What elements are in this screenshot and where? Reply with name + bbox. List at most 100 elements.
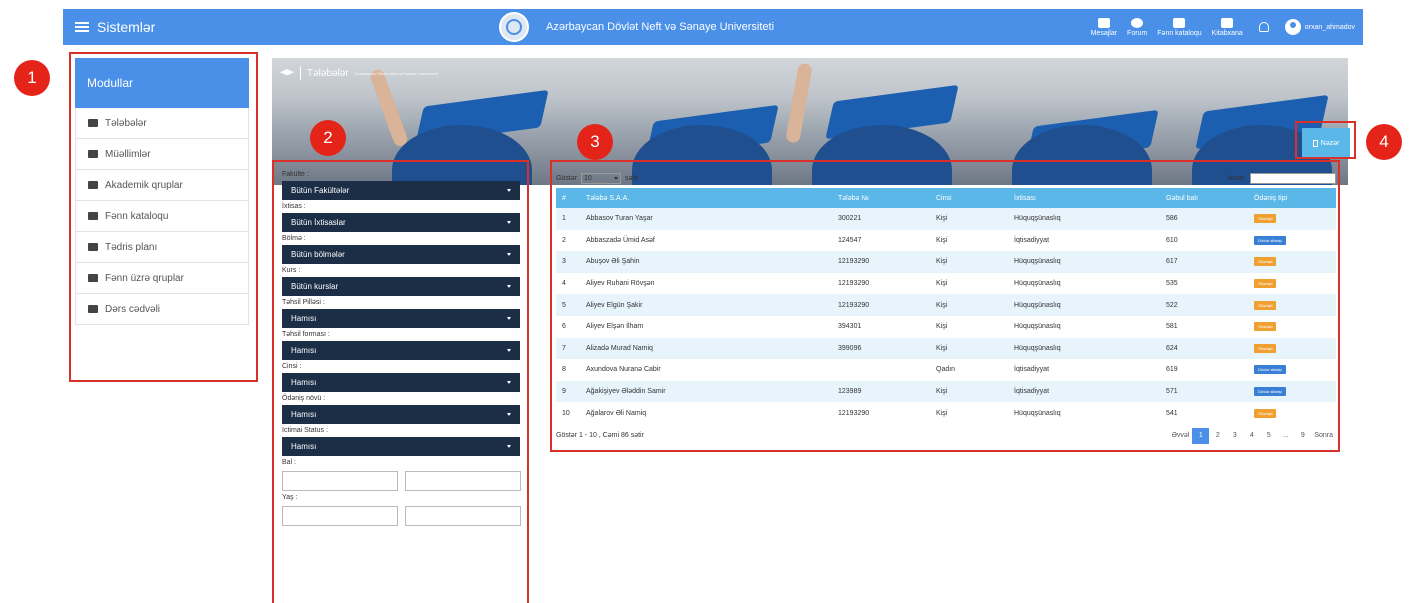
social-status-select[interactable]: Hamısı xyxy=(282,437,520,456)
column-header[interactable]: Cinsi xyxy=(930,188,1008,208)
payment-badge: Ödənişli xyxy=(1254,279,1277,289)
table-row[interactable]: 2 Abbaszadə Ümid Asəf 124547 Kişi İqtisadiyy… xyxy=(556,229,1336,252)
pager-page[interactable]: 4 xyxy=(1243,428,1260,444)
view-button[interactable]: Nəzər xyxy=(1302,128,1350,158)
table-cell: Qadın xyxy=(930,359,1008,381)
table-row[interactable]: 4 Aliyev Ruhani Rövşən 12193290 Kişi Hüquqşü… xyxy=(556,272,1336,295)
group-icon xyxy=(88,181,98,189)
filter-label: İctimai Status : xyxy=(282,427,328,434)
score-max-input[interactable] xyxy=(405,471,521,491)
table-cell: 535 xyxy=(1160,272,1248,295)
pager-page[interactable]: 2 xyxy=(1209,428,1226,444)
major-select[interactable]: Bütün İxtisaslar xyxy=(282,213,520,232)
table-cell: 6 xyxy=(556,315,580,338)
age-max-input[interactable] xyxy=(405,506,521,526)
payment-badge: Ödənişli xyxy=(1254,214,1277,224)
column-header[interactable]: Ödəniş tipi xyxy=(1248,188,1336,208)
top-nav: Mesajlar Forum Fənn kataloqu Kitabxana o… xyxy=(1091,9,1363,45)
table-footer: Göstər 1 - 10 , Cəmi 86 sətir Əvvəl 1 2 3 4 5… xyxy=(556,426,1336,446)
nav-library[interactable]: Kitabxana xyxy=(1212,17,1243,37)
table-row[interactable]: 9 Ağakişiyev Ələddin Samir 123989 Kişi İqtis… xyxy=(556,380,1336,403)
table-row[interactable]: 5 Aliyev Elgün Şakir 12193290 Kişi Hüquqşüna… xyxy=(556,294,1336,316)
table-cell: Ödənişli xyxy=(1248,315,1336,338)
education-level-select[interactable]: Hamısı xyxy=(282,309,520,328)
sidebar-item-teachers[interactable]: Müəllimlər xyxy=(75,139,249,170)
sidebar-item-academic-groups[interactable]: Akademik qruplar xyxy=(75,170,249,201)
table-cell: Kişi xyxy=(930,402,1008,424)
page-length-select[interactable]: 10 xyxy=(581,172,622,184)
table-cell: Abbaszadə Ümid Asəf xyxy=(580,229,832,252)
menu-icon[interactable] xyxy=(75,22,89,32)
file-icon xyxy=(88,274,98,282)
filter-label: Fakülte : xyxy=(282,171,309,178)
table-cell: 1 xyxy=(556,208,580,230)
table-cell: Ağalarov Əli Namiq xyxy=(580,402,832,424)
table-row[interactable]: 7 Alizadə Murad Namiq 399096 Kişi Hüquqşünas… xyxy=(556,337,1336,360)
sidebar-item-students[interactable]: Tələbələr xyxy=(75,108,249,139)
table-controls: Göstər 10 sətir Axtar: xyxy=(556,170,1336,186)
callout-3: 3 xyxy=(577,124,613,160)
course-year-select[interactable]: Bütün kurslar xyxy=(282,277,520,296)
payment-badge: Ödənişli xyxy=(1254,322,1277,332)
table-cell: Ödənişli xyxy=(1248,208,1336,230)
payment-badge: Dövlət sifarişi xyxy=(1254,235,1286,245)
table-cell: Ödənişli xyxy=(1248,272,1336,295)
column-header[interactable]: Gəbul balı xyxy=(1160,188,1248,208)
pager-prev[interactable]: Əvvəl xyxy=(1169,428,1193,444)
nav-messages[interactable]: Mesajlar xyxy=(1091,17,1117,37)
column-header[interactable]: # xyxy=(556,188,580,208)
faculty-select[interactable]: Bütün Fakültələr xyxy=(282,181,520,200)
caret-down-icon xyxy=(507,349,511,352)
pager-page[interactable]: 3 xyxy=(1226,428,1243,444)
document-icon xyxy=(1312,139,1318,147)
gender-select[interactable]: Hamısı xyxy=(282,373,520,392)
age-min-input[interactable] xyxy=(282,506,398,526)
column-header[interactable]: Tələbə № xyxy=(832,188,930,208)
pager-next[interactable]: Sonra xyxy=(1311,428,1336,444)
education-form-select[interactable]: Hamısı xyxy=(282,341,520,360)
username: orxan_ahmadov xyxy=(1304,23,1355,31)
table-cell: 300221 xyxy=(832,208,930,230)
table-row[interactable]: 3 Abuşov Əli Şahin 12193290 Kişi Hüquqşünasl… xyxy=(556,251,1336,273)
column-header[interactable]: Tələbə S.A.A. xyxy=(580,188,832,208)
sidebar-item-curriculum[interactable]: Tədris planı xyxy=(75,232,249,263)
table-cell: 610 xyxy=(1160,229,1248,252)
caret-down-icon xyxy=(507,381,511,384)
pager-page[interactable]: 5 xyxy=(1260,428,1277,444)
filter-label: Təhsil Pilləsi : xyxy=(282,299,325,306)
table-cell: Hüquqşünaslıq xyxy=(1008,251,1160,273)
callout-2: 2 xyxy=(310,120,346,156)
brand[interactable]: Sistemlər xyxy=(75,9,155,45)
section-select[interactable]: Bütün bölmələr xyxy=(282,245,520,264)
sidebar-item-course-groups[interactable]: Fənn üzrə qruplar xyxy=(75,263,249,294)
pager-page[interactable]: 9 xyxy=(1294,428,1311,444)
sidebar-item-course-catalog[interactable]: Fənn kataloqu xyxy=(75,201,249,232)
nav-course-catalog[interactable]: Fənn kataloqu xyxy=(1157,17,1202,37)
table-row[interactable]: 1 Abbasov Turan Yaşar 300221 Kişi Hüquqşünas… xyxy=(556,208,1336,230)
bookmark-icon xyxy=(88,243,98,251)
table-row[interactable]: 10 Ağalarov Əli Namiq 12193290 Kişi Hüquqşün… xyxy=(556,402,1336,424)
page-subtitle: Azərbaycan Dövlət Neft və Sənaye Univers… xyxy=(354,70,438,76)
caret-down-icon xyxy=(507,445,511,448)
user-menu[interactable]: orxan_ahmadov xyxy=(1284,19,1355,35)
table-cell: Hüquqşünaslıq xyxy=(1008,337,1160,360)
table-cell: 2 xyxy=(556,229,580,252)
score-min-input[interactable] xyxy=(282,471,398,491)
table-row[interactable]: 8 Axundova Nuranə Cabir Qadın İqtisadiyyat 6… xyxy=(556,359,1336,381)
payment-type-select[interactable]: Hamısı xyxy=(282,405,520,424)
nav-forum[interactable]: Forum xyxy=(1127,17,1147,37)
bell-icon[interactable] xyxy=(1258,22,1269,32)
filter-label: Bölmə : xyxy=(282,235,306,242)
pager-page[interactable]: 1 xyxy=(1192,427,1210,444)
table-cell: 617 xyxy=(1160,251,1248,273)
payment-badge: Dövlət sifarişi xyxy=(1254,387,1286,397)
table-row[interactable]: 6 Aliyev Elşən İlham 394301 Kişi Hüquqşünasl… xyxy=(556,315,1336,338)
table-cell: 624 xyxy=(1160,337,1248,360)
table-cell: 581 xyxy=(1160,315,1248,338)
search-input[interactable] xyxy=(1250,172,1336,184)
pager-page: ... xyxy=(1282,432,1289,440)
table-cell: 522 xyxy=(1160,294,1248,316)
column-header[interactable]: İxtisası xyxy=(1008,188,1160,208)
sidebar-item-schedule[interactable]: Dərs cədvəli xyxy=(75,294,249,325)
table-cell: 9 xyxy=(556,380,580,403)
